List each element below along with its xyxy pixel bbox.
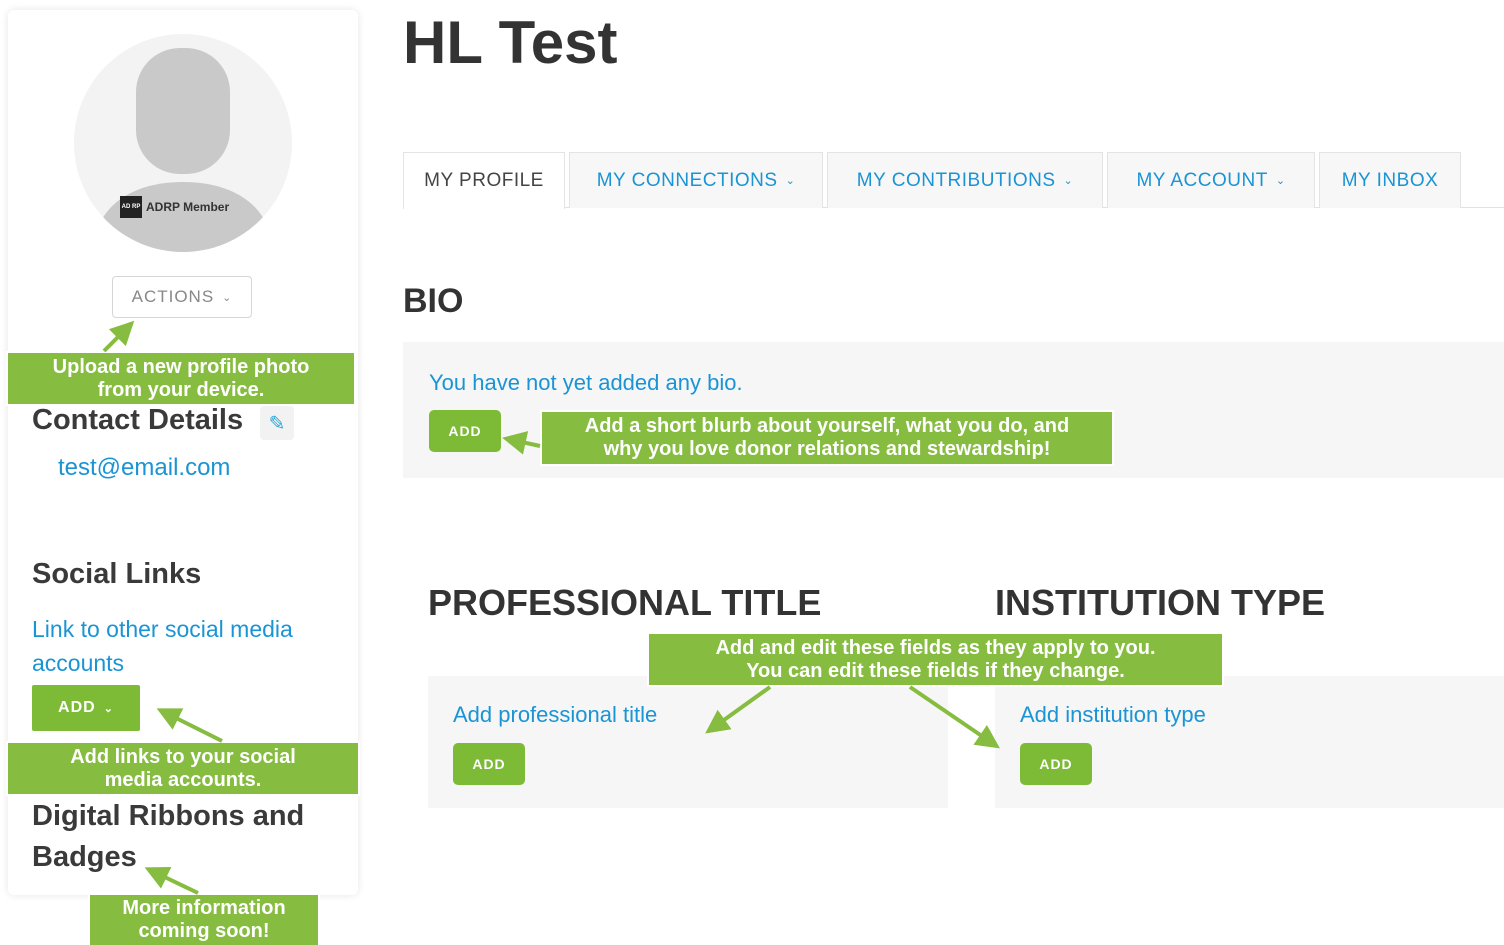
arrow-to-actions [102, 320, 135, 353]
callout-arrows [102, 320, 1000, 895]
arrow-to-ribbons [144, 866, 199, 895]
arrow-to-institution-type [908, 685, 1000, 749]
arrow-to-bio-add [502, 431, 541, 455]
arrow-to-professional-title [705, 685, 772, 734]
arrow-to-social-add [156, 708, 223, 743]
